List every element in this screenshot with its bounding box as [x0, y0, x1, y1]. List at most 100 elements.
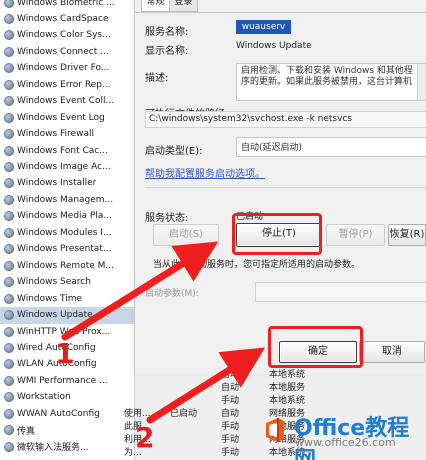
service-row[interactable]: Windows Driver Fo...	[0, 60, 134, 77]
watermark-url: www.office26.com	[295, 436, 396, 449]
tab-logon[interactable]: 登录	[169, 0, 198, 12]
service-gear-icon	[4, 0, 14, 8]
service-row[interactable]: Windows Search	[0, 274, 134, 291]
pause-button[interactable]: 暂停(P)	[326, 224, 385, 246]
service-row[interactable]: Windows Managem...	[0, 191, 134, 208]
service-row[interactable]: WMI Performance ...	[0, 372, 134, 389]
service-name: Windows Installer	[17, 178, 97, 189]
service-row[interactable]: Windows Firewall	[0, 126, 134, 143]
service-name: Windows Driver Fo...	[17, 63, 110, 74]
start-button[interactable]: 启动(S)	[153, 224, 219, 246]
service-name: Windows Error Rep...	[17, 79, 111, 90]
watermark-title: Office教程网	[294, 416, 410, 460]
service-name: Windows Presentat...	[17, 244, 112, 255]
service-gear-icon	[4, 441, 14, 452]
service-row[interactable]: 微软输入法服务...	[0, 438, 134, 455]
service-gear-icon	[4, 425, 14, 436]
service-gear-icon	[4, 194, 14, 205]
service-name: 传真	[17, 426, 36, 437]
service-gear-icon	[4, 211, 14, 222]
stop-button-highlight	[232, 213, 322, 255]
service-row[interactable]: Windows CardSpace	[0, 10, 134, 27]
service-name: Windows Remote M...	[17, 260, 114, 271]
startup-help-link[interactable]: 帮助我配置服务启动选项。	[145, 165, 265, 180]
service-name: Windows Managem...	[17, 194, 114, 205]
startup-type-label: 启动类型(E):	[145, 146, 203, 157]
service-name: Windows Time	[17, 293, 83, 304]
service-row[interactable]: Windows Modules I...	[0, 224, 134, 241]
cancel-button[interactable]: 取消	[359, 341, 425, 363]
service-status-label: 服务状态:	[145, 213, 189, 224]
display-name-value: Windows Update	[236, 41, 312, 51]
service-gear-icon	[4, 260, 14, 271]
tab-general[interactable]: 常规	[141, 0, 170, 12]
service-row[interactable]: Windows Error Rep...	[0, 76, 134, 93]
service-name: WWAN AutoConfig	[17, 408, 100, 419]
service-name: Windows Connect ...	[17, 46, 109, 57]
service-gear-icon	[4, 162, 14, 172]
resume-button[interactable]: 恢复(R)	[388, 224, 426, 246]
office-logo-icon	[259, 415, 289, 445]
office-watermark: Office教程网 www.office26.com	[259, 407, 423, 460]
service-gear-icon	[4, 293, 14, 304]
screenshot-stage: Windows Biometric ... Windows CardSpace Wi…	[0, 0, 426, 460]
service-row[interactable]: Windows Installer	[0, 175, 134, 192]
service-row[interactable]: Windows Font Cac...	[0, 142, 134, 159]
service-row[interactable]: Workstation	[0, 389, 134, 406]
service-name: Windows Event Log	[17, 112, 105, 123]
start-parameters-input[interactable]	[255, 282, 426, 302]
service-name: Windows CardSpace	[17, 13, 109, 24]
service-row[interactable]: Windows Remote M...	[0, 257, 134, 274]
service-name: Windows Update	[17, 310, 93, 321]
ok-button-highlight	[268, 326, 363, 368]
service-gear-icon	[4, 408, 14, 419]
service-name-label: 服务名称:	[145, 27, 189, 38]
service-name: Windows Firewall	[17, 129, 94, 140]
service-gear-icon	[4, 178, 14, 189]
service-name: WinHTTP Web Prox...	[17, 326, 111, 337]
description-text: 启用检测、下载和安装 Windows 和其他程序的更新。如果此服务被禁用，这台计…	[241, 66, 413, 87]
service-name: Workstation	[17, 392, 71, 403]
service-gear-icon	[4, 129, 14, 140]
service-row[interactable]: Windows Biometric ...	[0, 0, 134, 11]
path-value: C:\windows\system32\svchost.exe -k netsv…	[149, 114, 353, 124]
service-row[interactable]: Windows Color Sys...	[0, 27, 134, 44]
service-name: Windows Biometric ...	[17, 0, 115, 8]
service-row[interactable]: Windows Image Ac...	[0, 159, 134, 176]
service-gear-icon	[4, 244, 14, 255]
description-scrollbar[interactable]	[417, 64, 426, 100]
service-name: Windows Search	[17, 277, 91, 288]
service-name: Windows Media Pla...	[17, 211, 112, 222]
service-row[interactable]: WWAN AutoConfig	[0, 405, 134, 422]
service-gear-icon	[4, 326, 14, 337]
service-gear-icon	[4, 63, 14, 74]
startup-type-select[interactable]: 自动(延迟启动)	[236, 137, 426, 157]
service-row[interactable]: Windows Media Pla...	[0, 208, 134, 225]
service-row[interactable]: Windows Connect ...	[0, 43, 134, 60]
start-parameters-hint: 当从此处启动服务时，您可指定所适用的启动参数。	[153, 260, 361, 270]
description-label: 描述:	[145, 73, 169, 84]
service-name: Windows Color Sys...	[17, 30, 111, 41]
service-row[interactable]: Windows Time	[0, 290, 134, 307]
service-name: Windows Event Coll...	[17, 96, 115, 107]
service-gear-icon	[4, 342, 14, 353]
step-two-label: 2	[135, 421, 155, 454]
service-name: Windows Font Cac...	[17, 145, 108, 156]
description-box: 启用检测、下载和安装 Windows 和其他程序的更新。如果此服务被禁用，这台计…	[236, 63, 426, 101]
service-name: Windows Image Ac...	[17, 162, 111, 172]
service-row[interactable]: Windows Event Coll...	[0, 93, 134, 110]
service-list[interactable]: Windows Biometric ... Windows CardSpace Wi…	[0, 0, 135, 460]
start-parameters-label: 启动参数(M):	[145, 289, 199, 299]
service-row[interactable]: Windows Presentat...	[0, 241, 134, 258]
service-name-value: wuauserv	[236, 20, 291, 34]
properties-tabbar: 常规 登录	[135, 0, 426, 13]
service-row[interactable]: Windows Event Log	[0, 109, 134, 126]
windows-update-properties-dialog[interactable]: 常规 登录 服务名称: wuauserv 显示名称: Windows Updat…	[134, 0, 426, 374]
service-detail-startup: 手动	[221, 448, 240, 458]
service-row[interactable]: 传真	[0, 422, 134, 439]
service-gear-icon	[4, 310, 14, 321]
service-row[interactable]: Windows Update	[0, 306, 134, 324]
service-gear-icon	[4, 277, 14, 288]
service-gear-icon	[4, 359, 14, 370]
service-gear-icon	[4, 46, 14, 57]
